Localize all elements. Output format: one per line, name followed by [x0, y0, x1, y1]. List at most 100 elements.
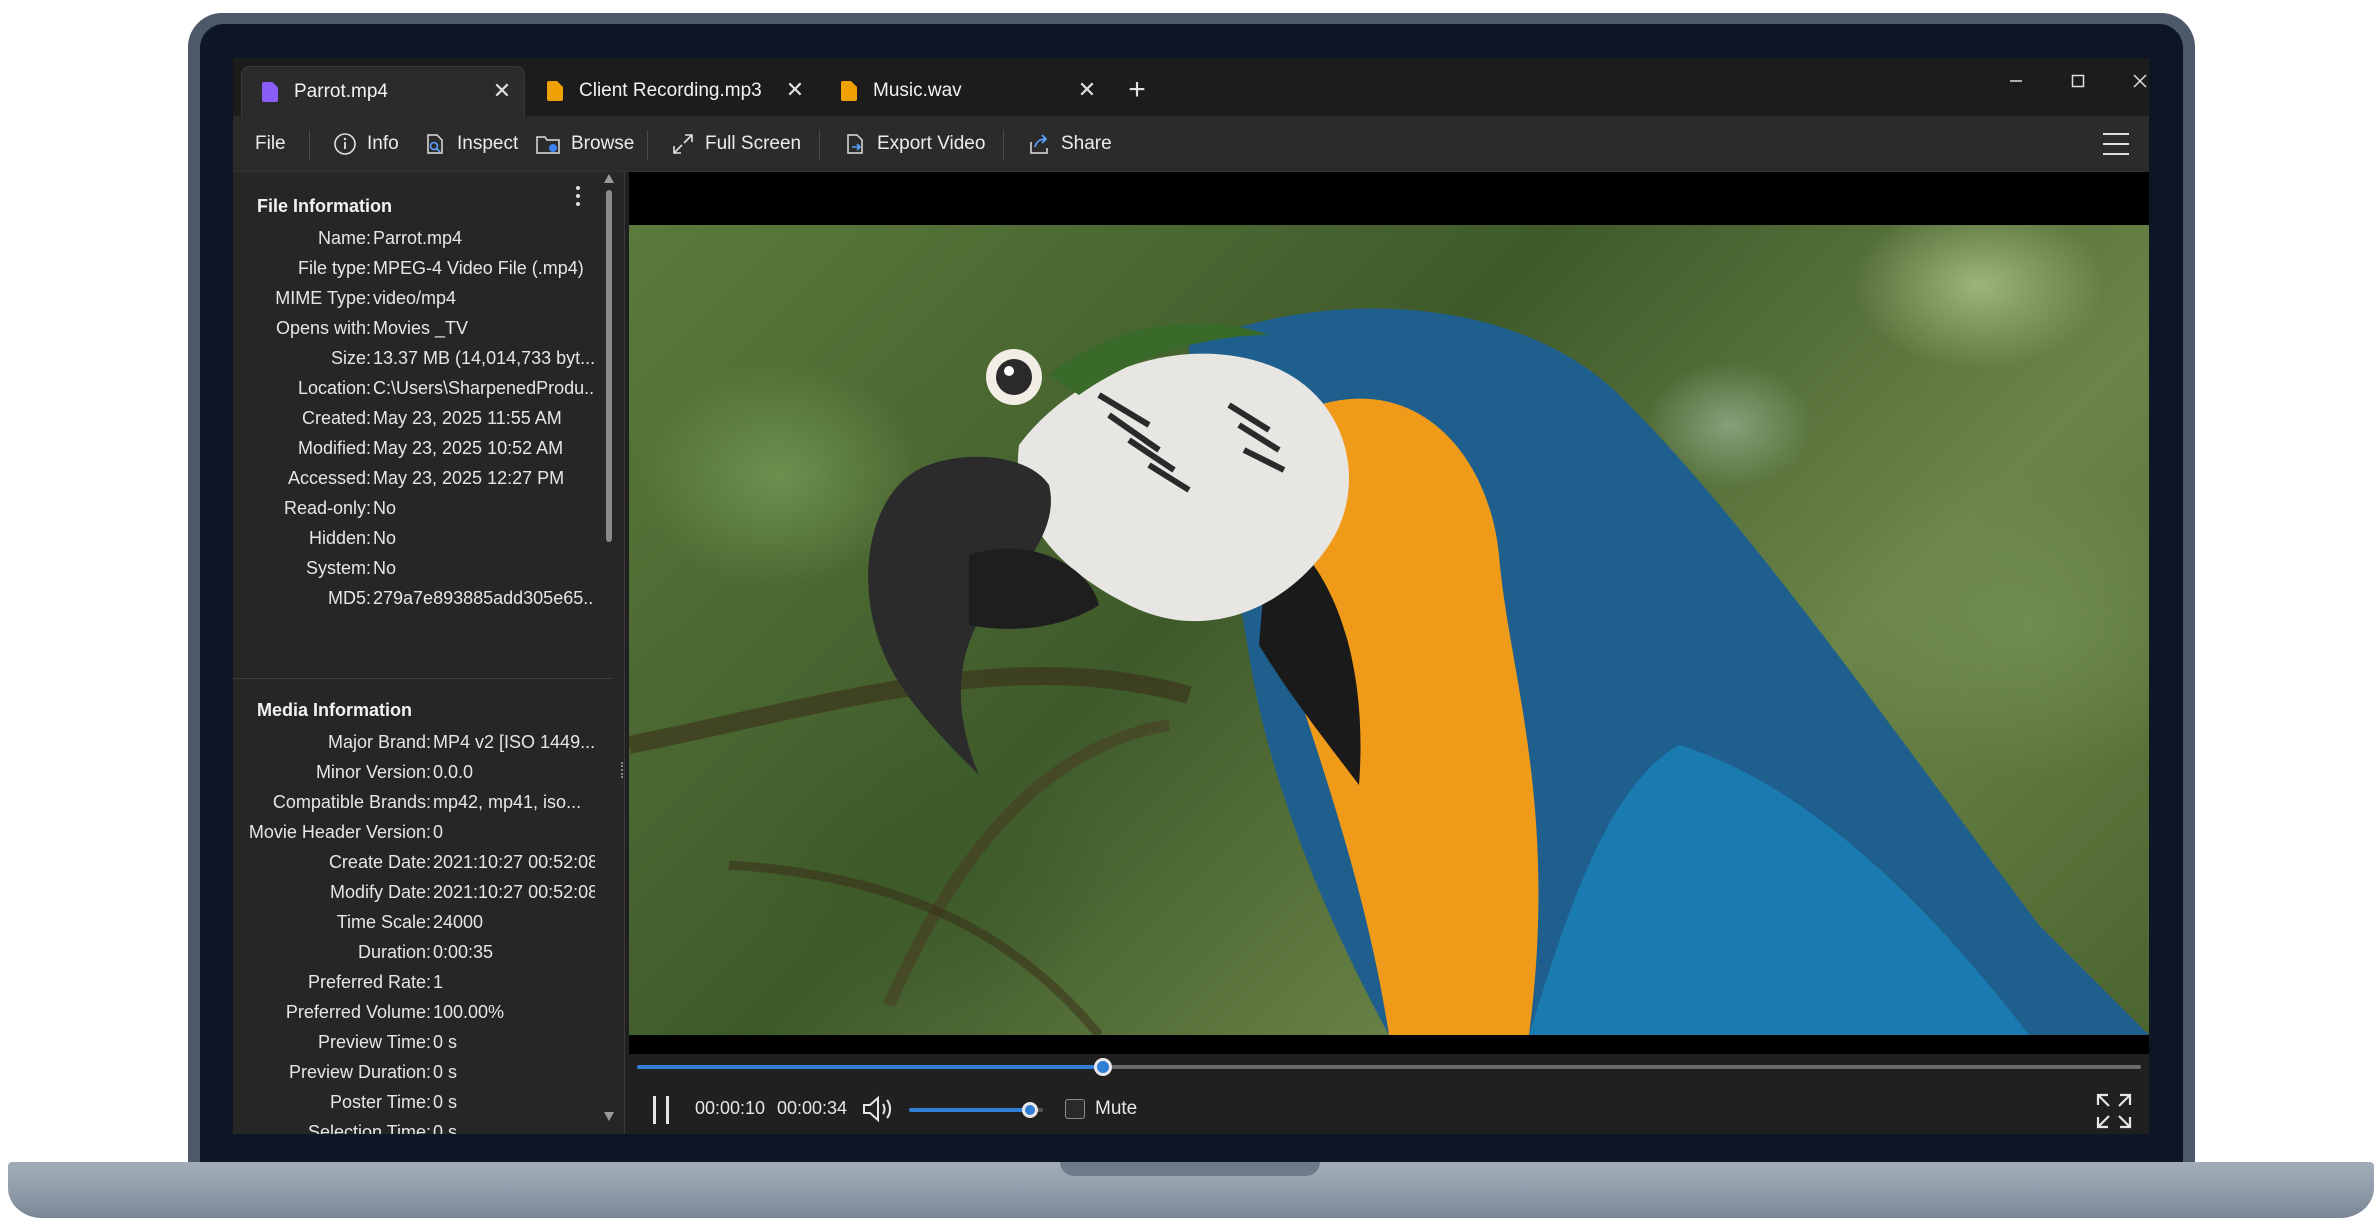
info-key: Accessed: — [287, 468, 371, 488]
export-icon — [847, 134, 863, 154]
info-row: Selection Time: 0 s — [233, 1122, 613, 1134]
info-row: Movie Header Version: 0 — [233, 822, 613, 852]
tab-label: Parrot.mp4 — [294, 80, 388, 102]
info-row: Create Date: 2021:10:27 00:52:08 — [233, 852, 613, 882]
browse-button[interactable]: Browse — [535, 116, 634, 172]
info-row: Accessed: May 23, 2025 12:27 PM — [233, 468, 613, 498]
pause-button[interactable] — [651, 1096, 671, 1124]
minimize-button[interactable] — [1993, 64, 2039, 100]
audio-file-icon — [841, 81, 857, 101]
share-button[interactable]: Share — [1027, 116, 1112, 172]
info-row: Duration: 0:00:35 — [233, 942, 613, 972]
panel-resize-handle[interactable] — [621, 762, 624, 778]
scrollbar-thumb[interactable] — [606, 190, 612, 542]
info-key: Modified: — [297, 438, 371, 458]
mute-checkbox[interactable] — [1065, 1099, 1085, 1119]
info-value: 0:00:35 — [433, 942, 494, 962]
inspect-label: Inspect — [457, 133, 519, 154]
info-row: Read-only: No — [233, 498, 613, 528]
info-value: video/mp4 — [373, 288, 457, 308]
new-tab-button[interactable]: + — [1119, 72, 1155, 108]
volume-thumb[interactable] — [1021, 1102, 1038, 1118]
scroll-up-icon[interactable] — [604, 174, 614, 183]
tab-strip: Parrot.mp4 ✕ Client Recording.mp3 ✕ Musi… — [233, 58, 2149, 116]
tab-client-recording[interactable]: Client Recording.mp3 ✕ — [527, 66, 817, 116]
info-key: Poster Time: — [329, 1092, 431, 1112]
toolbar-divider — [309, 130, 310, 160]
tab-parrot[interactable]: Parrot.mp4 ✕ — [241, 66, 525, 116]
panel-scrollbar[interactable] — [603, 172, 615, 1134]
info-value: May 23, 2025 10:52 AM — [373, 438, 564, 458]
seek-bar[interactable] — [637, 1058, 2141, 1076]
close-icon[interactable]: ✕ — [1075, 78, 1099, 102]
info-panel: File Information Name: Parrot.mp4 File typ… — [233, 172, 625, 1134]
info-value: 1 — [433, 972, 444, 992]
volume-icon[interactable] — [861, 1094, 895, 1124]
playback-controls: 00:00:10 00:00:34 Mute — [629, 1054, 2149, 1134]
info-key: MIME Type: — [275, 288, 371, 308]
info-value: 0 s — [433, 1032, 458, 1052]
total-time: 00:00:34 — [777, 1098, 848, 1118]
video-file-icon — [262, 81, 278, 102]
info-key: Major Brand: — [327, 732, 431, 752]
info-value: 0 s — [433, 1122, 458, 1134]
close-icon[interactable]: ✕ — [783, 78, 807, 102]
pause-icon — [666, 1096, 669, 1124]
maximize-icon — [2071, 74, 2085, 88]
info-key: Compatible Brands: — [272, 792, 431, 812]
info-value: Movies _TV — [373, 318, 469, 338]
full-screen-button[interactable]: Full Screen — [671, 116, 801, 172]
info-key: Preferred Rate: — [307, 972, 431, 992]
seek-thumb[interactable] — [1094, 1058, 1113, 1076]
menu-icon[interactable] — [2103, 133, 2129, 155]
minimize-icon — [2010, 80, 2022, 82]
scroll-down-icon[interactable] — [604, 1112, 614, 1121]
info-key: Preview Duration: — [288, 1062, 431, 1082]
close-icon[interactable]: ✕ — [490, 79, 514, 103]
file-menu-button[interactable]: File — [255, 116, 286, 172]
media-information-heading: Media Information — [257, 700, 413, 720]
tab-label: Client Recording.mp3 — [579, 80, 762, 101]
media-viewer-window: Parrot.mp4 ✕ Client Recording.mp3 ✕ Musi… — [233, 58, 2149, 1134]
toolbar: File Info Inspect Browse Full Screen Exp… — [233, 116, 2149, 172]
info-value: No — [373, 498, 397, 518]
info-value: mp42, mp41, iso... — [433, 792, 582, 812]
info-button[interactable]: Info — [333, 116, 399, 172]
info-value: No — [373, 528, 397, 548]
inspect-button[interactable]: Inspect — [423, 116, 518, 172]
info-label: Info — [367, 133, 399, 154]
info-row: Modified: May 23, 2025 10:52 AM — [233, 438, 613, 468]
info-value: MP4 v2 [ISO 1449... — [433, 732, 595, 752]
pause-icon — [653, 1096, 656, 1124]
audio-file-icon — [547, 81, 563, 101]
info-row: Opens with: Movies _TV — [233, 318, 613, 348]
info-row: Modify Date: 2021:10:27 00:52:08 — [233, 882, 613, 912]
video-viewport[interactable] — [629, 172, 2149, 1054]
export-video-button[interactable]: Export Video — [843, 116, 985, 172]
fullscreen-icon[interactable] — [2095, 1092, 2133, 1130]
laptop-base-notch — [1060, 1162, 1320, 1176]
volume-slider[interactable] — [909, 1102, 1043, 1118]
share-label: Share — [1061, 133, 1112, 154]
info-icon — [334, 133, 356, 155]
info-row: MIME Type: video/mp4 — [233, 288, 613, 318]
info-key: Preview Time: — [317, 1032, 431, 1052]
window-close-button[interactable] — [2117, 64, 2149, 100]
info-value: Parrot.mp4 — [373, 228, 463, 248]
info-value: 100.00% — [433, 1002, 505, 1022]
info-key: Read-only: — [283, 498, 371, 518]
tab-music[interactable]: Music.wav ✕ — [821, 66, 1109, 116]
maximize-button[interactable] — [2055, 64, 2101, 100]
info-row: Size: 13.37 MB (14,014,733 byt... — [233, 348, 613, 378]
toolbar-divider — [819, 130, 820, 160]
info-key: Create Date: — [328, 852, 431, 872]
file-information-heading: File Information — [257, 196, 392, 216]
info-value: 2021:10:27 00:52:08 — [433, 882, 595, 902]
info-key: Hidden: — [308, 528, 371, 548]
info-value: 0.0.0 — [433, 762, 474, 782]
info-row: Compatible Brands: mp42, mp41, iso... — [233, 792, 613, 822]
info-key: Size: — [330, 348, 371, 368]
info-row: Preview Duration: 0 s — [233, 1062, 613, 1092]
toolbar-divider — [647, 130, 648, 160]
more-options-icon[interactable] — [575, 186, 581, 210]
